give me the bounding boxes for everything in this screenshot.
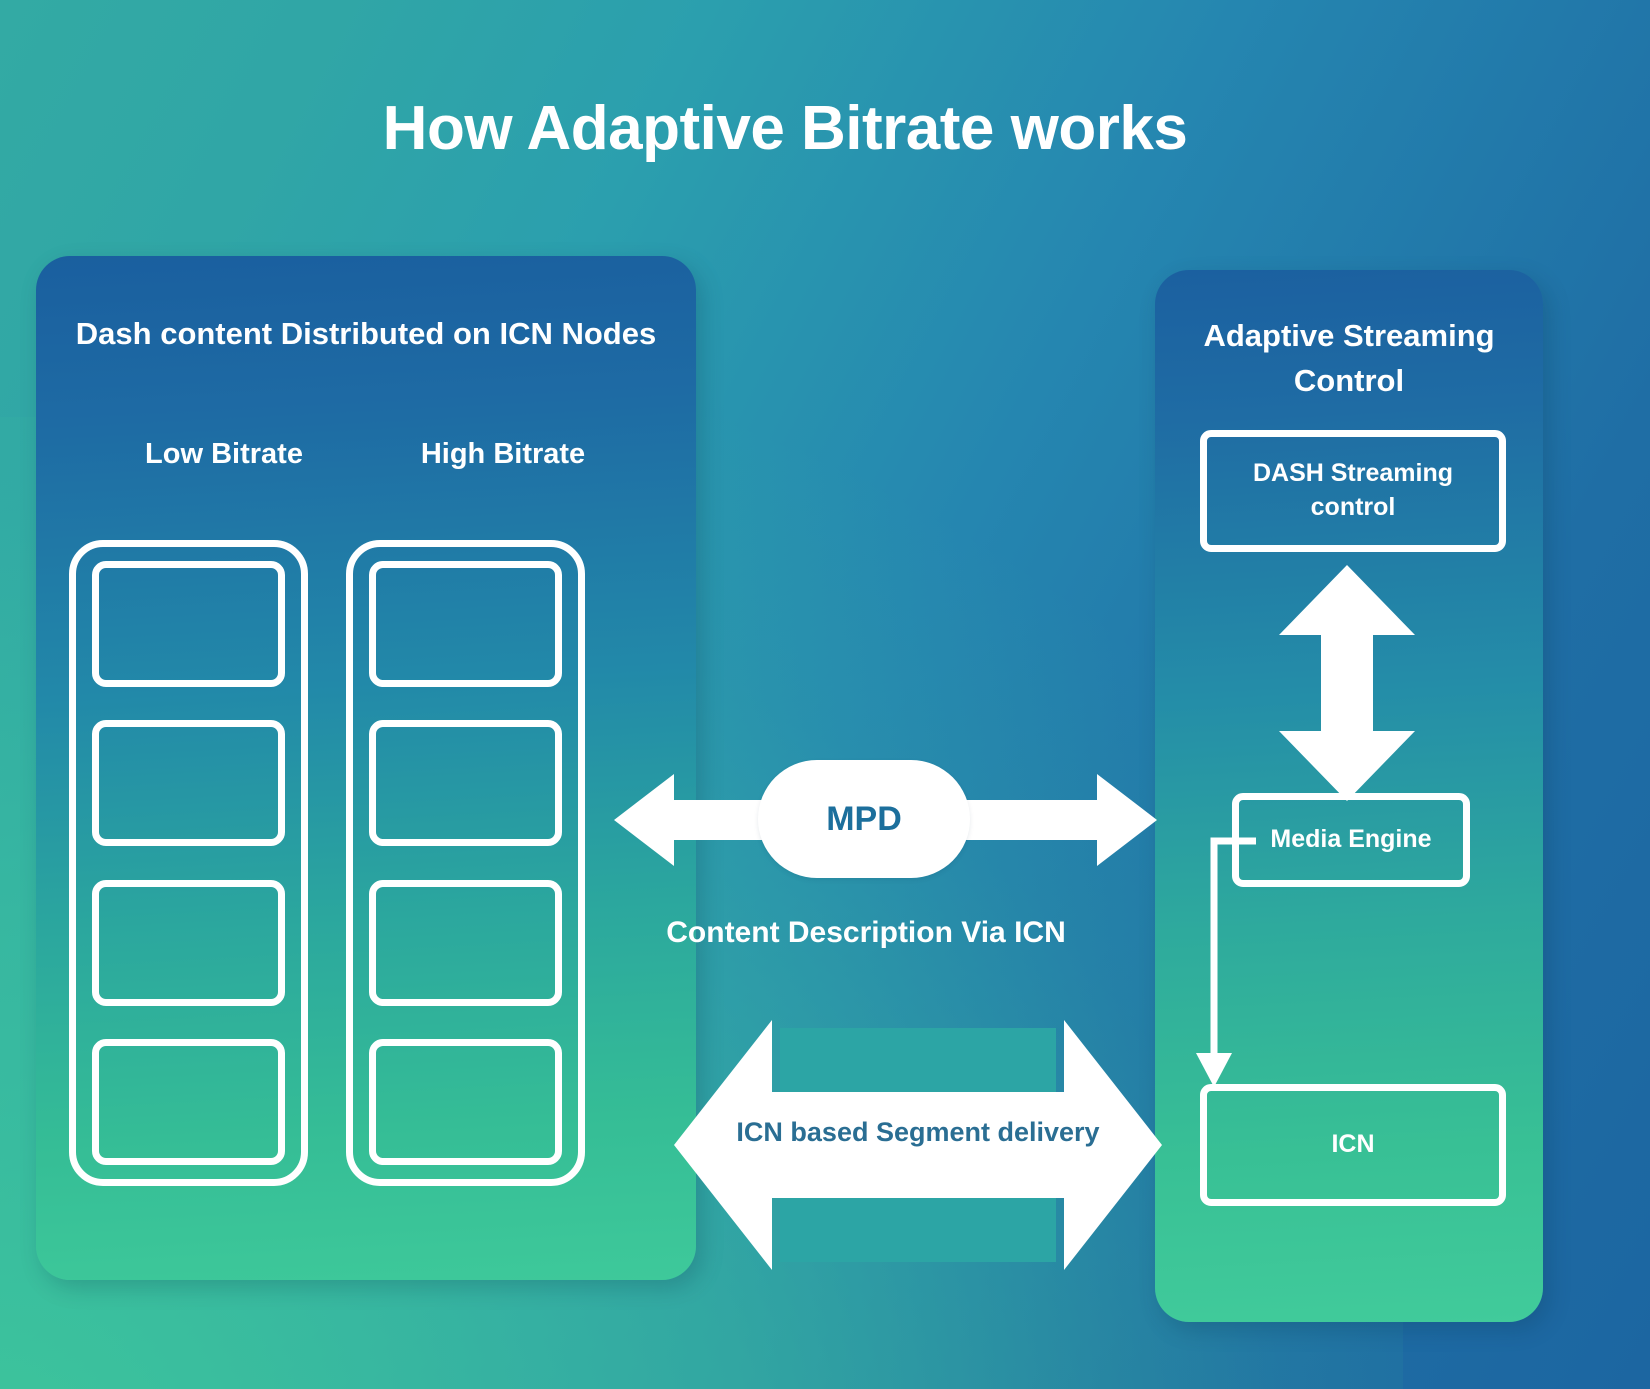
content-description-caption: Content Description Via ICN xyxy=(666,916,1066,949)
icn-label: ICN xyxy=(1331,1130,1375,1159)
segment-box xyxy=(369,720,562,847)
diagram-canvas: How Adaptive Bitrate works Dash content … xyxy=(0,0,1650,1389)
page-title: How Adaptive Bitrate works xyxy=(382,94,1188,163)
dash-streaming-control-label: DASH Streaming control xyxy=(1252,459,1454,521)
segment-box xyxy=(92,1038,285,1165)
mpd-badge: MPD xyxy=(758,760,970,878)
segment-box xyxy=(92,561,285,687)
high-bitrate-label: High Bitrate xyxy=(420,438,586,470)
high-bitrate-segment-stack xyxy=(346,540,585,1186)
segment-box xyxy=(369,1038,562,1165)
segment-delivery-label: ICN based Segment delivery xyxy=(736,1117,1100,1147)
low-bitrate-label: Low Bitrate xyxy=(145,438,303,470)
segment-box xyxy=(92,879,285,1006)
icn-box: ICN xyxy=(1200,1084,1506,1206)
segment-box xyxy=(92,720,285,847)
left-panel-heading: Dash content Distributed on ICN Nodes xyxy=(75,316,657,351)
segment-box xyxy=(369,561,562,687)
double-arrow-vertical-icon xyxy=(1279,565,1415,801)
right-panel-heading: Adaptive Streaming Control xyxy=(1203,318,1495,398)
segment-box xyxy=(369,879,562,1006)
dash-streaming-control-box: DASH Streaming control xyxy=(1200,430,1506,552)
low-bitrate-segment-stack xyxy=(69,540,308,1186)
media-engine-label: Media Engine xyxy=(1270,825,1432,854)
media-engine-box: Media Engine xyxy=(1232,793,1470,887)
mpd-label: MPD xyxy=(826,799,902,838)
left-panel: Dash content Distributed on ICN Nodes Lo… xyxy=(36,256,696,1280)
